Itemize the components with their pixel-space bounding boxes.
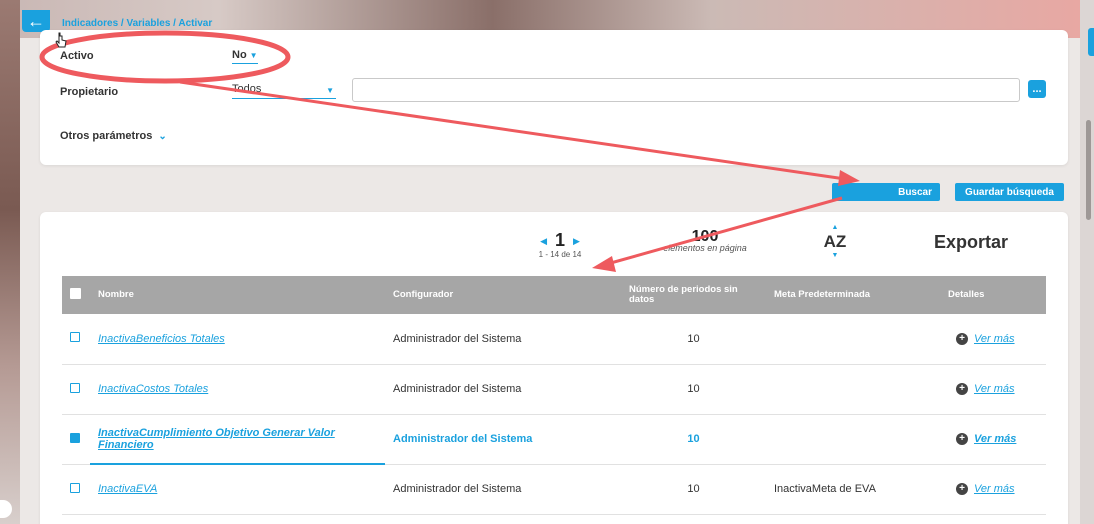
row-configurador: Administrador del Sistema (393, 332, 522, 345)
otros-label: Otros parámetros (60, 130, 153, 142)
row-name-link[interactable]: InactivaEVA (98, 483, 157, 495)
ver-mas-link[interactable]: Ver más (974, 333, 1015, 345)
mouse-cursor-icon (55, 32, 67, 48)
header-configurador[interactable]: Configurador (385, 276, 621, 314)
side-tab[interactable] (1088, 28, 1094, 56)
row-checkbox[interactable] (70, 482, 80, 493)
row-checkbox[interactable] (70, 332, 80, 343)
results-panel: ◀ 1 ▶ 1 - 14 de 14 100 elementos en página… (40, 212, 1068, 524)
row-configurador: Administrador del Sistema (393, 433, 533, 445)
buscar-button[interactable]: Buscar (832, 183, 940, 201)
row-checkbox-checked[interactable] (70, 432, 80, 443)
header-detalles: Detalles (948, 289, 985, 300)
sort-up-icon[interactable]: ▲ (822, 224, 848, 232)
row-configurador: Administrador del Sistema (393, 483, 522, 495)
ver-mas-link[interactable]: Ver más (974, 483, 1015, 495)
arrow-left-icon: ← (27, 10, 45, 31)
row-meta (766, 314, 938, 364)
plus-circle-icon[interactable]: + (956, 483, 968, 495)
plus-circle-icon[interactable]: + (956, 433, 968, 445)
next-page-icon[interactable]: ▶ (573, 236, 580, 247)
row-periodos: 10 (687, 433, 700, 445)
sort-down-icon[interactable]: ▼ (822, 252, 848, 260)
row-configurador: Administrador del Sistema (393, 383, 522, 395)
background-right (1080, 0, 1094, 524)
caret-down-icon: ▼ (249, 51, 258, 60)
table-row[interactable]: InactivaEVA Administrador del Sistema 10… (62, 464, 1046, 514)
select-all-checkbox[interactable] (70, 288, 81, 299)
row-name-link[interactable]: InactivaBeneficios Totales (98, 333, 225, 345)
row-meta (766, 364, 938, 414)
filter-panel: Activo No ▼ Propietario Todos ▼ ... Otros… (40, 30, 1068, 165)
per-page-control[interactable]: 100 elementos en página (650, 228, 760, 253)
ver-mas-link[interactable]: Ver más (974, 433, 1016, 445)
row-periodos: 10 (687, 332, 700, 345)
breadcrumb[interactable]: Indicadores / Variables / Activar (62, 18, 212, 29)
propietario-select[interactable]: Todos ▼ (232, 83, 336, 99)
results-table: Nombre Configurador Número de periodos s… (62, 276, 1046, 515)
row-name-link[interactable]: InactivaCumplimiento Objetivo Generar Va… (98, 427, 335, 451)
sort-label: AZ (823, 232, 847, 251)
more-options-button[interactable]: ... (1028, 80, 1046, 98)
row-checkbox[interactable] (70, 382, 80, 393)
guardar-busqueda-button[interactable]: Guardar búsqueda (955, 183, 1064, 201)
activo-select[interactable]: No ▼ (232, 49, 258, 64)
plus-circle-icon[interactable]: + (956, 332, 968, 345)
page-range: 1 - 14 de 14 (538, 250, 582, 259)
chevron-down-icon: ⌄ (158, 131, 167, 142)
background-left (0, 0, 20, 524)
activo-label: Activo (60, 50, 94, 62)
propietario-input[interactable] (352, 78, 1020, 102)
prev-page-icon[interactable]: ◀ (540, 236, 547, 247)
scrollbar[interactable] (1086, 120, 1091, 220)
header-numero-periodos[interactable]: Número de periodos sin datos (621, 276, 766, 314)
per-page-label: elementos en página (663, 243, 747, 253)
table-row[interactable]: InactivaBeneficios Totales Administrador… (62, 314, 1046, 364)
propietario-value: Todos (232, 83, 262, 95)
back-button[interactable]: ← (22, 10, 50, 32)
table-header-row: Nombre Configurador Número de periodos s… (62, 276, 1046, 314)
export-button[interactable]: Exportar (934, 232, 1008, 253)
propietario-label: Propietario (60, 86, 119, 98)
table-row-selected[interactable]: InactivaCumplimiento Objetivo Generar Va… (62, 414, 1046, 465)
plus-circle-icon[interactable]: + (956, 383, 968, 395)
table-row[interactable]: InactivaCostos Totales Administrador del… (62, 364, 1046, 414)
row-name-link[interactable]: InactivaCostos Totales (98, 383, 208, 395)
page-number: 1 (554, 230, 565, 250)
header-meta[interactable]: Meta Predeterminada (766, 276, 938, 314)
otros-parametros-toggle[interactable]: Otros parámetros ⌄ (60, 130, 167, 142)
header-nombre[interactable]: Nombre (90, 276, 385, 314)
row-periodos: 10 (687, 483, 700, 495)
row-meta (766, 414, 938, 464)
row-meta: InactivaMeta de EVA (774, 483, 876, 495)
activo-value: No (232, 49, 247, 61)
ver-mas-link[interactable]: Ver más (974, 383, 1015, 395)
sort-control[interactable]: ▲ AZ ▼ (822, 224, 848, 260)
pager: ◀ 1 ▶ 1 - 14 de 14 (520, 230, 600, 259)
caret-down-icon: ▼ (326, 86, 334, 95)
row-periodos: 10 (687, 383, 700, 395)
